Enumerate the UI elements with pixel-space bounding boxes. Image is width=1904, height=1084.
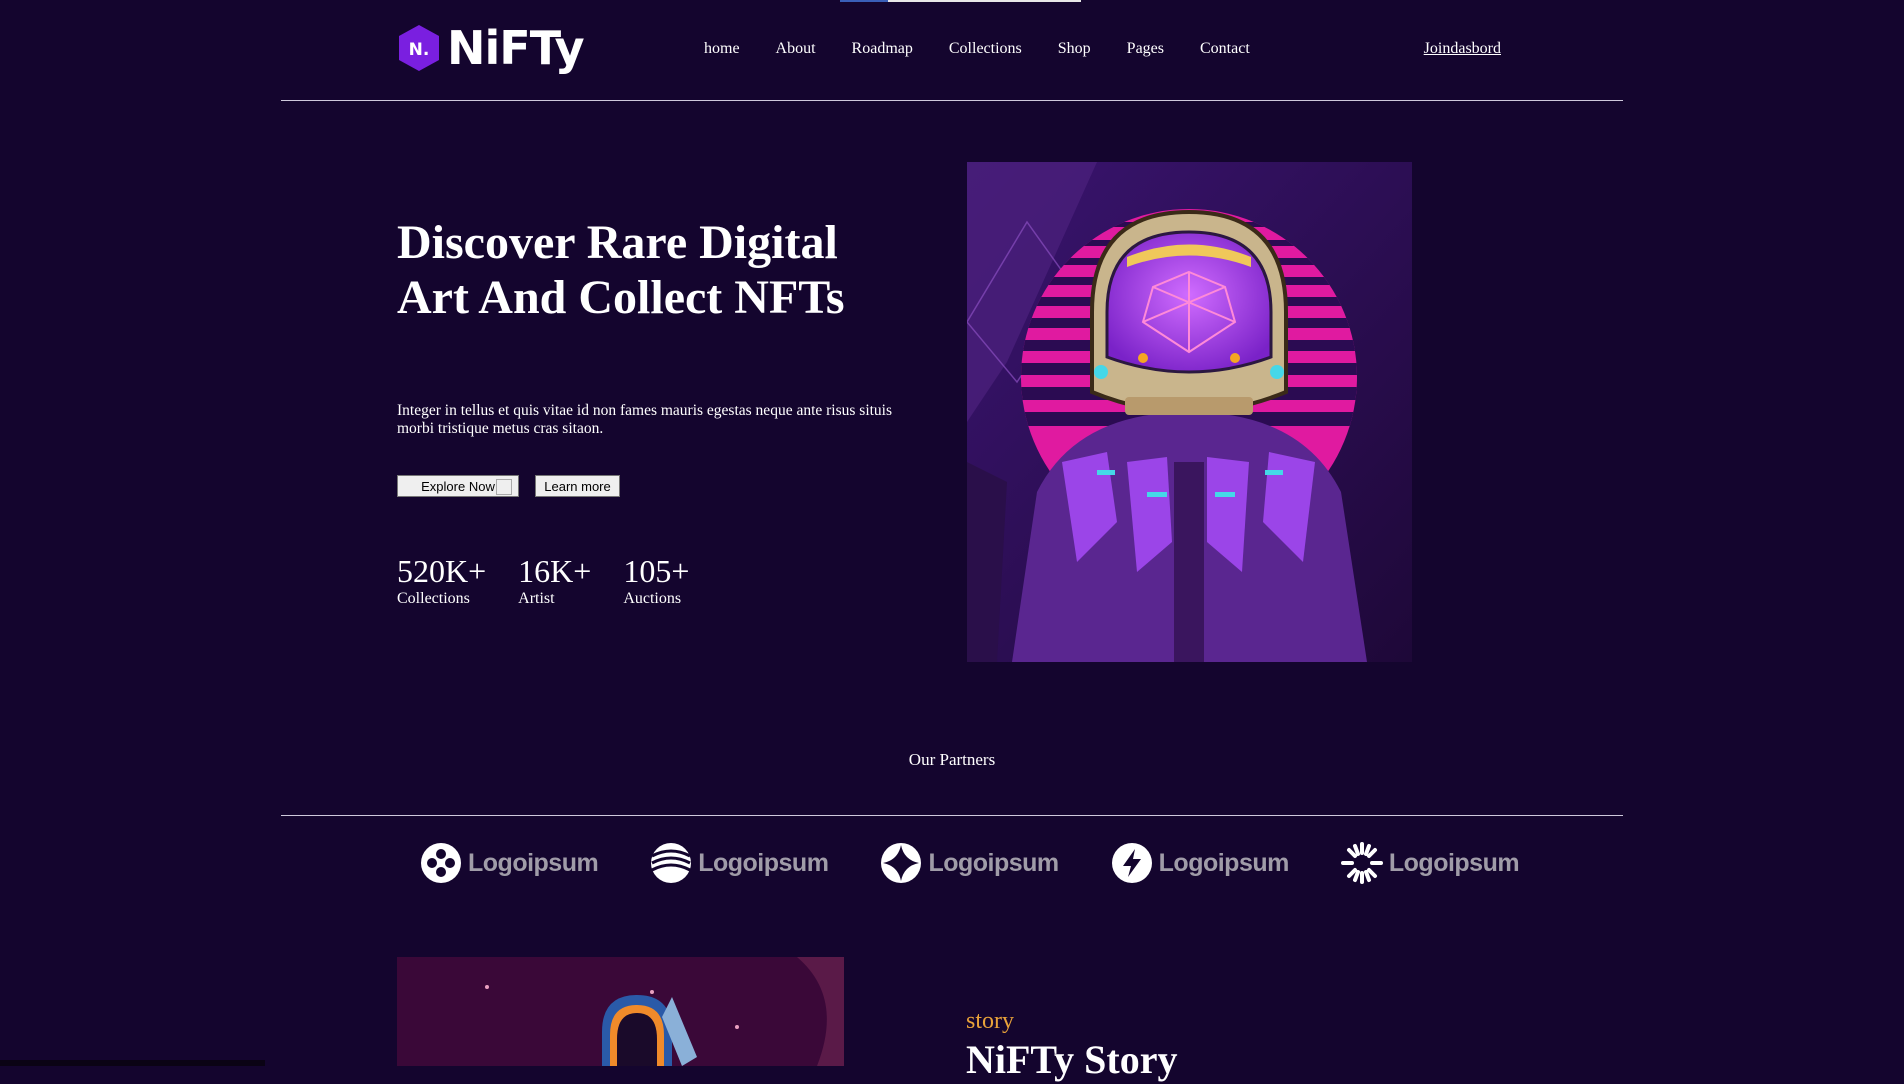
partners-title: Our Partners	[908, 750, 996, 769]
nav-shop[interactable]: Shop	[1058, 40, 1091, 58]
partner-logo[interactable]: Logoipsum	[650, 840, 829, 886]
main-nav: home About Roadmap Collections Shop Page…	[704, 40, 1286, 58]
star-circle-icon	[881, 843, 922, 883]
broken-image-icon	[496, 479, 512, 495]
partner-logo[interactable]: Logoipsum	[1111, 840, 1289, 886]
partner-name: Logoipsum	[928, 848, 1059, 877]
status-bar	[0, 1060, 265, 1066]
partner-logo[interactable]: Logoipsum	[1340, 840, 1520, 886]
hero-title: Discover Rare Digital Art And Collect NF…	[397, 216, 845, 324]
stat-value: 520K+	[397, 553, 487, 589]
partners-divider	[281, 815, 1623, 816]
partner-name: Logoipsum	[1388, 848, 1520, 877]
stat-label: Auctions	[623, 590, 682, 607]
svg-text:N.: N.	[409, 40, 430, 60]
join-dashboard-link[interactable]: Joindasbord	[1424, 40, 1501, 58]
bolt-circle-icon	[1111, 843, 1152, 883]
stat-label: Artist	[518, 590, 555, 607]
learn-more-button[interactable]: Learn more	[535, 475, 620, 497]
sunburst-icon	[1340, 842, 1383, 884]
brand-logo[interactable]: N. NiFTy	[397, 21, 585, 75]
stat-artist: 16K+ Artist	[518, 552, 591, 608]
stat-value: 105+	[623, 553, 690, 589]
astronaut-story-artwork	[397, 957, 844, 1066]
nav-contact[interactable]: Contact	[1200, 40, 1250, 58]
explore-now-button[interactable]: Explore Now	[397, 475, 519, 497]
partner-name: Logoipsum	[468, 848, 599, 877]
wave-circle-icon	[651, 843, 692, 883]
learn-more-label: Learn more	[544, 479, 611, 494]
nav-pages[interactable]: Pages	[1127, 40, 1164, 58]
partner-logos: Logoipsum Logoipsum Logoipsum Logoipsum	[420, 840, 1571, 886]
partner-name: Logoipsum	[698, 848, 829, 877]
partner-logo[interactable]: Logoipsum	[880, 840, 1059, 886]
stat-auctions: 105+ Auctions	[623, 552, 689, 608]
story-kicker: story	[966, 1008, 1014, 1034]
nav-home[interactable]: home	[704, 40, 740, 58]
hero-description: Integer in tellus et quis vitae id non f…	[397, 402, 893, 437]
partner-name: Logoipsum	[1158, 848, 1290, 877]
nav-about[interactable]: About	[776, 40, 816, 58]
partner-logo[interactable]: Logoipsum	[420, 840, 599, 886]
astronaut-nft-artwork	[967, 162, 1412, 662]
stat-collections: 520K+ Collections	[397, 552, 486, 608]
explore-now-label: Explore Now	[421, 479, 495, 494]
nav-roadmap[interactable]: Roadmap	[852, 40, 913, 58]
quad-circle-icon	[421, 843, 461, 883]
hero-stats: 520K+ Collections 16K+ Artist 105+ Aucti…	[397, 552, 721, 608]
brand-name: NiFTy	[447, 21, 585, 75]
site-header: N. NiFTy home About Roadmap Collections …	[281, 0, 1623, 101]
nav-collections[interactable]: Collections	[949, 40, 1022, 58]
stat-label: Collections	[397, 590, 470, 607]
hexagon-logo-icon: N.	[399, 25, 439, 71]
story-title: NiFTy Story	[966, 1037, 1178, 1082]
stat-value: 16K+	[518, 553, 592, 589]
